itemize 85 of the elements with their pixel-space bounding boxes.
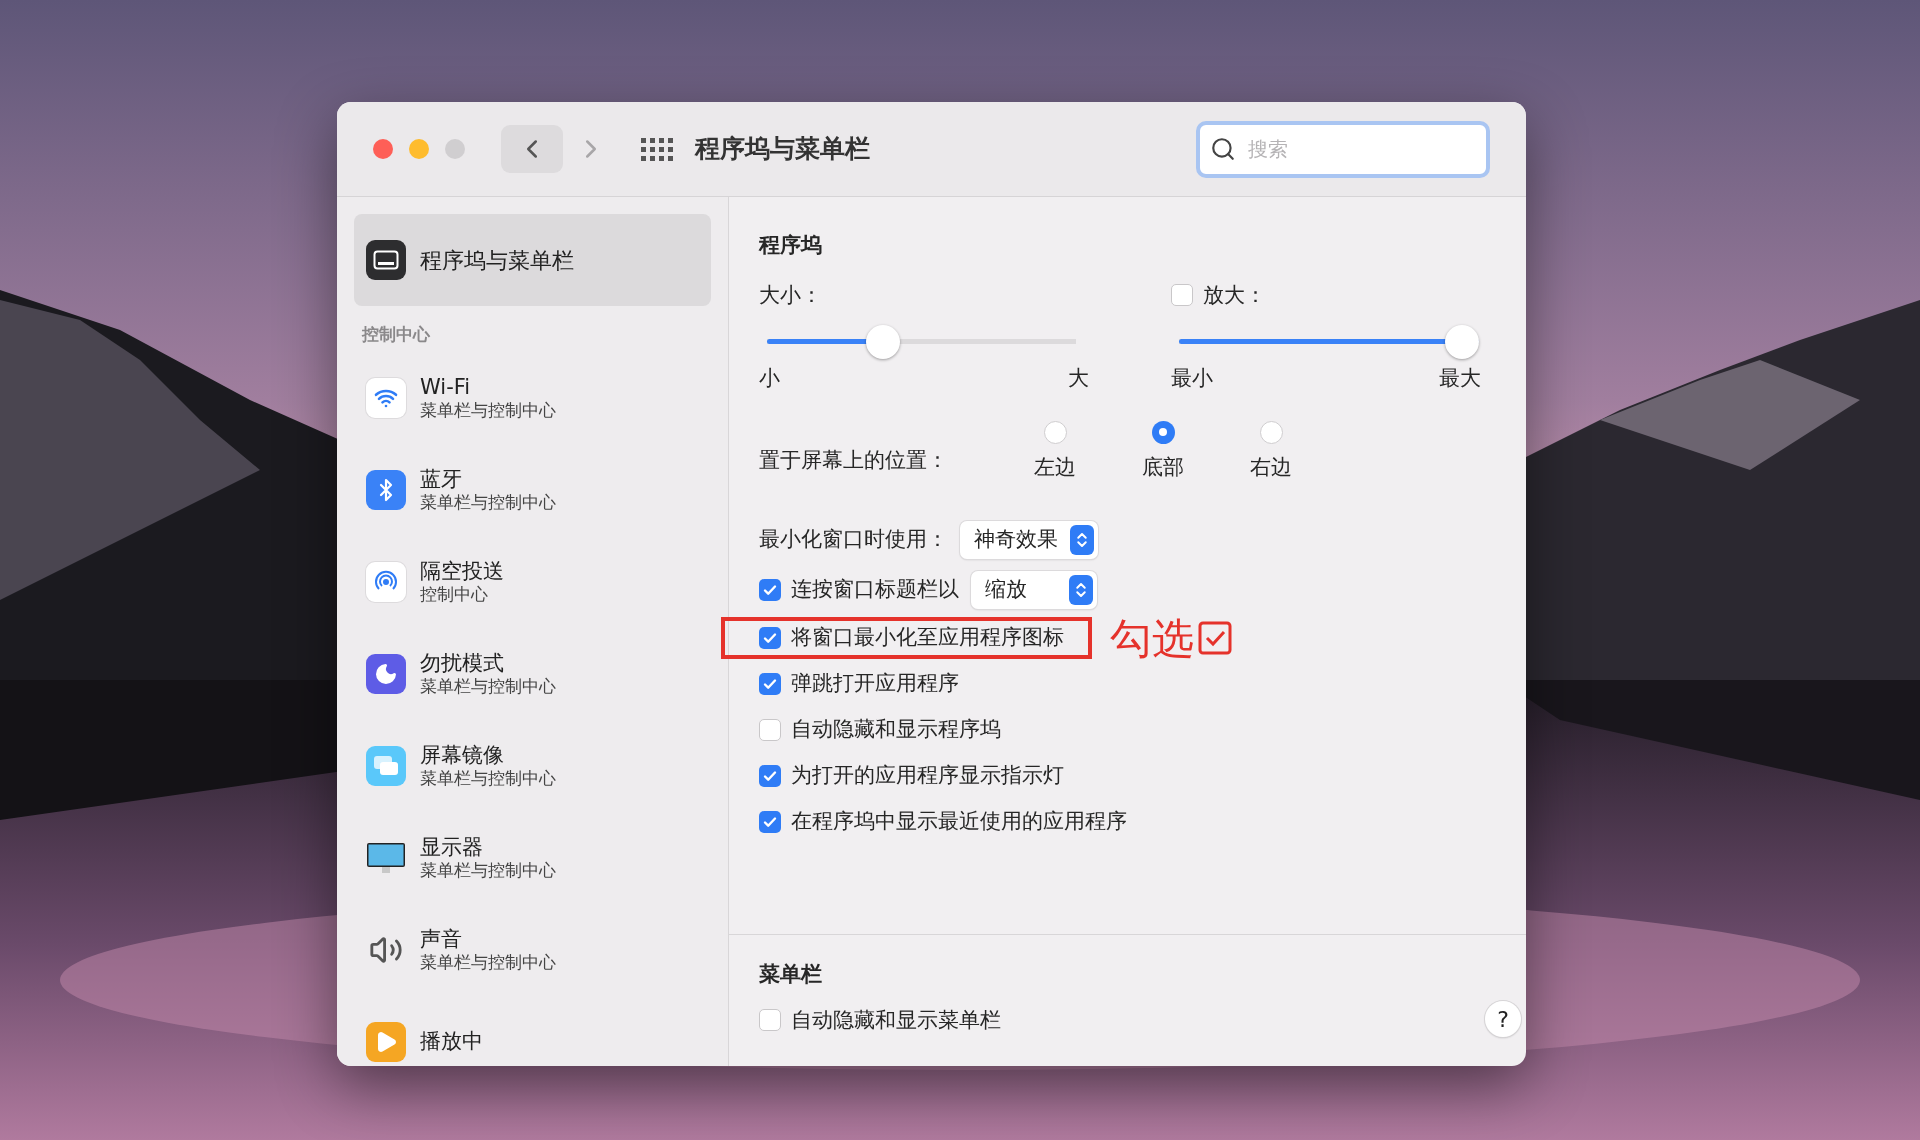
- checkmark-icon: [762, 676, 778, 692]
- item-subtitle: 菜单栏与控制中心: [420, 676, 556, 698]
- sidebar-item[interactable]: 程序坞与菜单栏: [354, 214, 711, 306]
- checkbox[interactable]: [759, 627, 781, 649]
- checkmark-icon: [762, 630, 778, 646]
- minimize-effect-label: 最小化窗口时使用：: [759, 526, 948, 554]
- popup-button[interactable]: 缩放: [971, 571, 1097, 609]
- item-subtitle: 菜单栏与控制中心: [420, 400, 556, 422]
- item-subtitle: 菜单栏与控制中心: [420, 768, 556, 790]
- item-title: 勿扰模式: [420, 649, 505, 676]
- radio-label: 左边: [1034, 453, 1076, 481]
- item-title: 蓝牙: [420, 465, 463, 492]
- section-heading: 程序坞: [759, 232, 823, 259]
- checkbox-label: 自动隐藏和显示菜单栏: [791, 1006, 1001, 1034]
- stepper-icon: [1069, 575, 1093, 605]
- checkbox-label: 自动隐藏和显示程序坞: [791, 716, 1001, 744]
- item-title: 显示器: [420, 833, 484, 860]
- bluetooth-icon: [366, 469, 406, 510]
- slider-thumb[interactable]: [866, 325, 900, 359]
- checkbox-label: 在程序坞中显示最近使用的应用程序: [791, 808, 1127, 836]
- position-label: 置于屏幕上的位置：: [759, 446, 949, 474]
- sidebar-item[interactable]: Wi-Fi 菜单栏与控制中心: [354, 351, 711, 444]
- minimize-button[interactable]: [409, 139, 429, 159]
- checkmark-icon: [762, 582, 778, 598]
- help-button[interactable]: ?: [1485, 1001, 1521, 1037]
- search-field[interactable]: 搜索: [1196, 120, 1490, 178]
- sidebar-item[interactable]: 勿扰模式 菜单栏与控制中心: [354, 627, 711, 720]
- radio-button[interactable]: [1259, 420, 1283, 444]
- sidebar-item[interactable]: 显示器 菜单栏与控制中心: [354, 811, 711, 904]
- sidebar-item[interactable]: 屏幕镜像 菜单栏与控制中心: [354, 719, 711, 812]
- slider-thumb[interactable]: [1445, 325, 1479, 359]
- moon-icon: [366, 653, 406, 694]
- checkbox[interactable]: [759, 673, 781, 695]
- item-title: 屏幕镜像: [420, 741, 505, 768]
- item-subtitle: 控制中心: [420, 584, 489, 606]
- min-label: 最小: [1171, 365, 1213, 392]
- sidebar-item[interactable]: 蓝牙 菜单栏与控制中心: [354, 443, 711, 536]
- checkbox-label: 连按窗口标题栏以: [791, 576, 959, 604]
- checkmark-icon: [762, 768, 778, 784]
- checkbox-label: 将窗口最小化至应用程序图标: [791, 624, 1064, 652]
- sidebar-item[interactable]: 声音 菜单栏与控制中心: [354, 903, 711, 996]
- popup-button[interactable]: 神奇效果: [960, 521, 1098, 559]
- checkbox-label: 为打开的应用程序显示指示灯: [791, 762, 1064, 790]
- airdrop-icon: [366, 561, 406, 602]
- grid-icon[interactable]: [641, 137, 673, 161]
- sidebar-item[interactable]: 播放中: [354, 995, 711, 1066]
- annotation-text: 勾选: [1110, 612, 1194, 665]
- checkbox[interactable]: [759, 765, 781, 787]
- item-title: 播放中: [420, 1028, 483, 1055]
- zoom-button[interactable]: [445, 139, 465, 159]
- radio-label: 底部: [1142, 453, 1184, 481]
- checkbox-icon: [1198, 621, 1232, 655]
- size-label: 大小：: [759, 281, 823, 309]
- item-title: Wi-Fi: [420, 373, 472, 400]
- wifi-icon: [366, 377, 406, 418]
- radio-label: 右边: [1250, 453, 1292, 481]
- sidebar-item[interactable]: 隔空投送 控制中心: [354, 535, 711, 628]
- item-subtitle: 菜单栏与控制中心: [420, 492, 556, 514]
- screen-mirroring-icon: [366, 745, 406, 786]
- stepper-icon: [1070, 525, 1094, 555]
- search-icon: [1210, 135, 1236, 162]
- play-icon: [366, 1021, 406, 1062]
- section-heading: 菜单栏: [759, 961, 823, 988]
- checkbox[interactable]: [1171, 284, 1193, 307]
- window-title: 程序坞与菜单栏: [695, 133, 870, 166]
- back-button[interactable]: [501, 125, 563, 173]
- radio-button[interactable]: [1043, 420, 1067, 444]
- item-subtitle: 菜单栏与控制中心: [420, 860, 556, 882]
- max-label: 大: [1068, 365, 1089, 392]
- radio-button[interactable]: [1151, 420, 1175, 444]
- max-label: 最大: [1439, 365, 1481, 392]
- close-button[interactable]: [373, 139, 393, 159]
- checkbox[interactable]: [759, 579, 781, 601]
- dock-icon: [366, 240, 406, 280]
- min-label: 小: [759, 365, 780, 392]
- checkbox[interactable]: [759, 1009, 781, 1032]
- checkbox[interactable]: [759, 719, 781, 741]
- magnification-label: 放大：: [1203, 281, 1266, 309]
- checkbox-label: 弹跳打开应用程序: [791, 670, 959, 698]
- checkmark-icon: [762, 814, 778, 830]
- item-title: 隔空投送: [420, 557, 504, 584]
- checkbox[interactable]: [759, 811, 781, 833]
- item-title: 声音: [420, 925, 463, 952]
- item-subtitle: 菜单栏与控制中心: [420, 952, 556, 974]
- section-header: 控制中心: [360, 323, 431, 346]
